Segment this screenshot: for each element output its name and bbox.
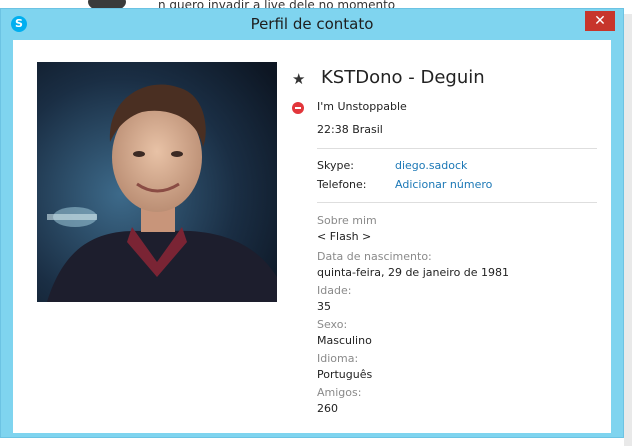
- contact-profile-window: S Perfil de contato ✕ ★ KSTDono - Deguin…: [0, 8, 624, 438]
- add-number-link[interactable]: Adicionar número: [395, 178, 492, 191]
- busy-status-icon: [292, 102, 304, 114]
- phone-label: Telefone:: [317, 178, 367, 191]
- gender-value: Masculino: [317, 334, 372, 347]
- skype-label: Skype:: [317, 159, 354, 172]
- language-value: Português: [317, 368, 373, 381]
- about-me-value: < Flash >: [317, 230, 372, 243]
- title-bar[interactable]: S Perfil de contato ✕: [1, 9, 623, 40]
- gender-label: Sexo:: [317, 318, 348, 331]
- local-time: 22:38 Brasil: [317, 123, 383, 136]
- divider: [317, 148, 597, 149]
- profile-photo: [37, 62, 277, 302]
- age-value: 35: [317, 300, 331, 313]
- background-scroll-edge: [624, 14, 632, 446]
- birthday-value: quinta-feira, 29 de janeiro de 1981: [317, 266, 510, 279]
- close-button[interactable]: ✕: [585, 11, 615, 31]
- about-me-label: Sobre mim: [317, 214, 377, 227]
- birthday-label: Data de nascimento:: [317, 250, 432, 263]
- contact-display-name: KSTDono - Deguin: [321, 67, 485, 88]
- profile-content: ★ KSTDono - Deguin I'm Unstoppable 22:38…: [13, 40, 611, 433]
- age-label: Idade:: [317, 284, 352, 297]
- mood-message: I'm Unstoppable: [317, 100, 407, 113]
- star-icon[interactable]: ★: [292, 70, 305, 88]
- skype-name-link[interactable]: diego.sadock: [395, 159, 467, 172]
- friends-value: 260: [317, 402, 338, 415]
- window-title: Perfil de contato: [250, 15, 374, 33]
- divider: [317, 202, 597, 203]
- language-label: Idioma:: [317, 352, 359, 365]
- friends-label: Amigos:: [317, 386, 362, 399]
